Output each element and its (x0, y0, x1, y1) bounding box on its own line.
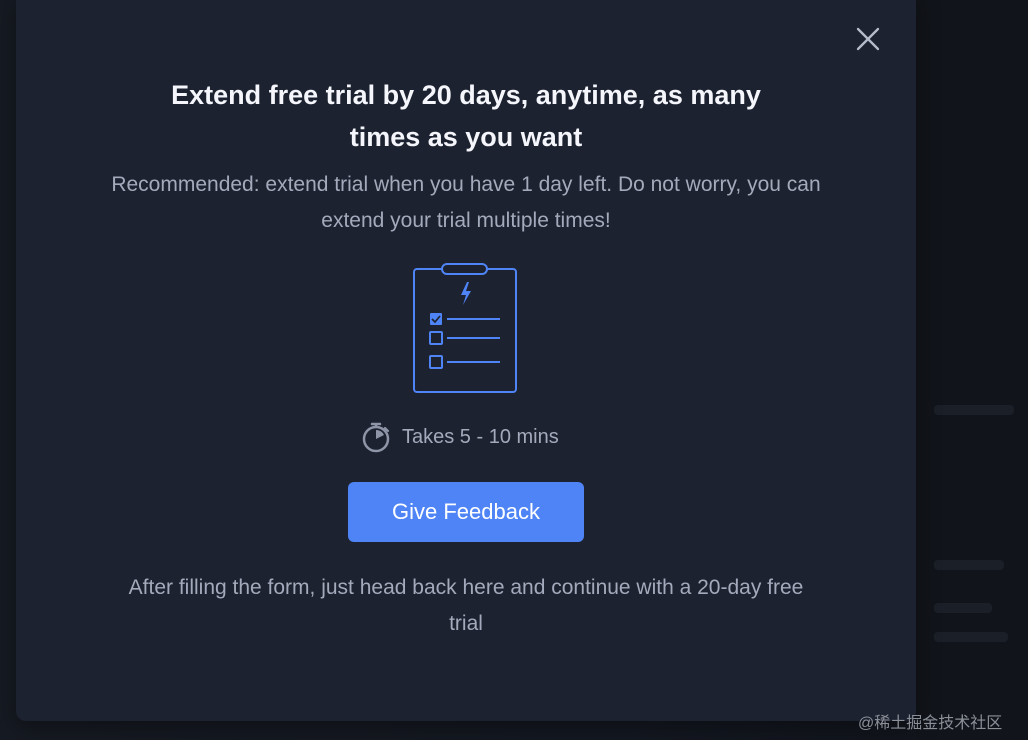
modal-title: Extend free trial by 20 days, anytime, a… (171, 80, 761, 152)
extend-trial-modal: Extend free trial by 20 days, anytime, a… (16, 0, 916, 721)
close-icon (856, 27, 880, 51)
background-panel (916, 0, 1028, 740)
background-text-placeholder (934, 603, 992, 613)
close-button[interactable] (854, 25, 882, 53)
modal-subtitle: Recommended: extend trial when you have … (111, 173, 821, 232)
give-feedback-button[interactable]: Give Feedback (348, 482, 584, 542)
stopwatch-icon (362, 422, 390, 453)
footer-note: After filling the form, just head back h… (128, 576, 804, 635)
background-text-placeholder (934, 560, 1004, 570)
background-text-placeholder (934, 632, 1008, 642)
clipboard-checklist-icon (413, 263, 517, 393)
time-estimate-label: Takes 5 - 10 mins (402, 425, 559, 448)
watermark: @稀土掘金技术社区 (858, 715, 1003, 732)
time-estimate: Takes 5 - 10 mins (360, 420, 559, 454)
background-text-placeholder (934, 405, 1014, 415)
